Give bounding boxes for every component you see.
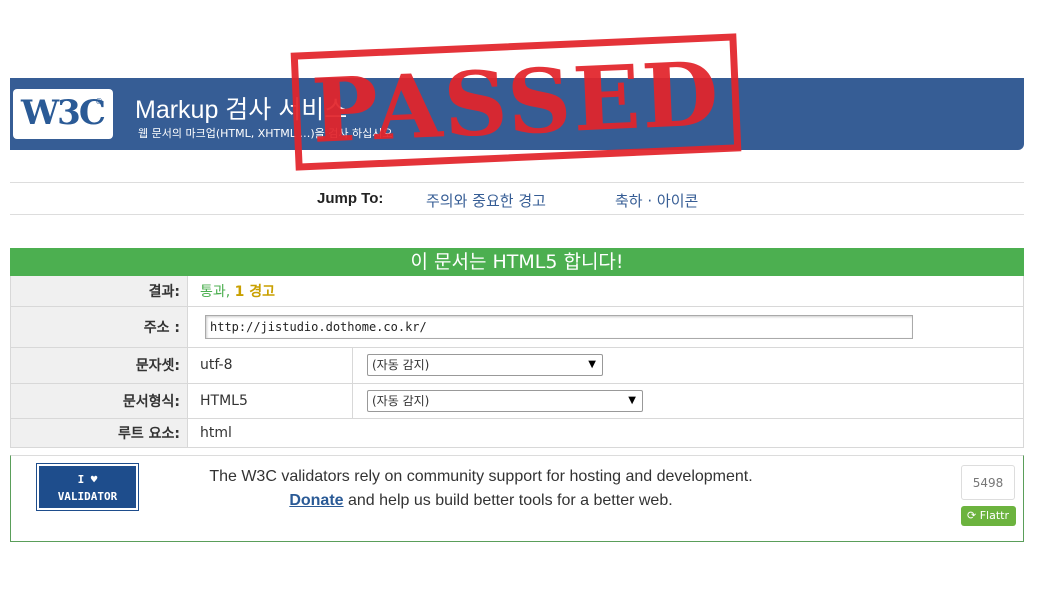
charset-value: utf-8 bbox=[187, 347, 353, 384]
table-row-address: 주소 : bbox=[10, 306, 1024, 348]
address-label: 주소 : bbox=[10, 306, 188, 348]
result-table: 결과: 통과, 1 경고 주소 : 문자셋: utf-8 (자동 감지) ▼ 문… bbox=[10, 276, 1024, 448]
i-love-validator-badge[interactable]: I ♥ VALIDATOR bbox=[36, 463, 139, 511]
dropdown-arrow-icon: ▼ bbox=[588, 359, 596, 370]
w3c-logo[interactable]: W3C ® bbox=[13, 89, 113, 139]
charset-select[interactable]: (자동 감지) ▼ bbox=[367, 354, 603, 376]
badge-line2: VALIDATOR bbox=[57, 490, 118, 503]
doctype-label: 문서형식: bbox=[10, 383, 188, 419]
address-cell bbox=[187, 306, 1024, 348]
flattr-button[interactable]: ⟳ Flattr bbox=[961, 506, 1016, 526]
flattr-count: 5498 bbox=[961, 465, 1015, 500]
passed-stamp: PASSED bbox=[290, 33, 742, 171]
flattr-icon: ⟳ bbox=[967, 509, 977, 522]
donation-text-tail: and help us build better tools for a bet… bbox=[343, 492, 673, 509]
jump-nav: Jump To: 주의와 중요한 경고 축하 · 아이콘 bbox=[10, 182, 1024, 215]
address-input[interactable] bbox=[205, 314, 913, 339]
table-row-doctype: 문서형식: HTML5 (자동 감지) ▼ bbox=[10, 383, 1024, 419]
result-pass: 통과, bbox=[200, 283, 231, 300]
jump-link-congrats[interactable]: 축하 · 아이콘 bbox=[615, 190, 698, 211]
donation-text-line1: The W3C validators rely on community sup… bbox=[209, 468, 753, 485]
root-label: 루트 요소: bbox=[10, 418, 188, 448]
result-warning-count[interactable]: 1 경고 bbox=[235, 284, 275, 300]
doctype-select-value: (자동 감지) bbox=[372, 393, 430, 408]
donation-box: I ♥ VALIDATOR The W3C validators rely on… bbox=[10, 455, 1024, 542]
flattr-label: Flattr bbox=[979, 509, 1009, 522]
doctype-select-cell: (자동 감지) ▼ bbox=[352, 383, 1024, 419]
jump-label: Jump To: bbox=[317, 190, 384, 207]
table-row-charset: 문자셋: utf-8 (자동 감지) ▼ bbox=[10, 347, 1024, 384]
dropdown-arrow-icon: ▼ bbox=[628, 394, 636, 406]
jump-link-warnings[interactable]: 주의와 중요한 경고 bbox=[426, 190, 546, 211]
passed-stamp-text: PASSED bbox=[309, 41, 723, 163]
charset-label: 문자셋: bbox=[10, 347, 188, 384]
registered-mark: ® bbox=[95, 97, 103, 106]
table-row-root: 루트 요소: html bbox=[10, 418, 1024, 448]
badge-line1: I ♥ bbox=[77, 473, 98, 486]
donation-text: The W3C validators rely on community sup… bbox=[171, 465, 791, 513]
w3c-logo-text: W3C bbox=[21, 93, 106, 133]
table-row-result: 결과: 통과, 1 경고 bbox=[10, 276, 1024, 307]
donate-link[interactable]: Donate bbox=[289, 492, 343, 509]
result-label: 결과: bbox=[10, 276, 188, 307]
result-header: 이 문서는 HTML5 합니다! bbox=[10, 248, 1024, 276]
donation-text-line2: Donate and help us build better tools fo… bbox=[171, 489, 791, 513]
charset-select-value: (자동 감지) bbox=[372, 358, 430, 372]
doctype-select[interactable]: (자동 감지) ▼ bbox=[367, 389, 643, 412]
charset-select-cell: (자동 감지) ▼ bbox=[352, 347, 1024, 384]
doctype-value: HTML5 bbox=[187, 383, 353, 419]
result-value: 통과, 1 경고 bbox=[187, 276, 1024, 307]
root-value: html bbox=[187, 418, 1024, 448]
